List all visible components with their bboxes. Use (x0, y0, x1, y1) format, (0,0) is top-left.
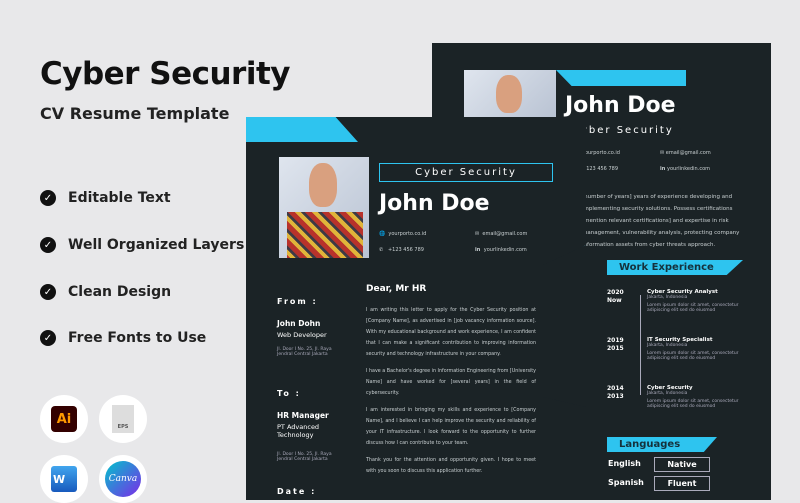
feature-label: Clean Design (68, 284, 172, 300)
promo-title: Cyber Security (40, 56, 291, 92)
linkedin-icon: in (475, 247, 484, 253)
language-name: Spanish (608, 478, 644, 487)
promo-subtitle: CV Resume Template (40, 104, 230, 123)
eps-file-icon: EPS (99, 395, 147, 443)
date-label: Date : (277, 487, 317, 496)
linkedin-icon: in (660, 166, 668, 172)
adobe-illustrator-icon: Ai (40, 395, 88, 443)
phone: ✆ +123 456 789 (379, 247, 424, 253)
check-icon: ✓ (40, 190, 56, 206)
to-label: To : (277, 389, 301, 398)
language-level: Native (654, 457, 710, 472)
linkedin: in yourlinkedin.com (660, 166, 710, 172)
feature-item: ✓ Clean Design (40, 284, 171, 300)
check-icon: ✓ (40, 284, 56, 300)
to-name: HR Manager (277, 411, 329, 420)
job-list: 2020 Now Cyber Security Analyst Jakarta, In… (607, 289, 747, 433)
feature-label: Well Organized Layers (68, 237, 245, 253)
role: Cyber Security (572, 125, 674, 136)
job-item: 2014 2013 Cyber Security Jakarta, Indonesia… (607, 385, 739, 409)
profile-photo (279, 157, 369, 258)
linkedin: in yourlinkedin.com (475, 247, 527, 253)
to-company: PT Advanced Technology (277, 423, 320, 439)
email: ✉ email@gmail.com (475, 231, 528, 237)
phone: +123 456 789 (582, 166, 618, 172)
summary: [number of years] years of experience de… (582, 194, 740, 248)
microsoft-word-icon: W (40, 455, 88, 503)
job-item: 2019 2015 IT Security Specialist Jakarta, I… (607, 337, 739, 361)
paragraph: I am interested in bringing my skills an… (366, 408, 536, 446)
paragraph: I am writing this letter to apply for th… (366, 308, 536, 357)
globe-icon: 🌐 (379, 231, 389, 237)
from-label: From : (277, 297, 318, 306)
letter-body: I am writing this letter to apply for th… (366, 305, 536, 477)
language-level: Fluent (654, 476, 710, 491)
website: 🌐 yourporto.co.id (379, 231, 427, 237)
feature-item: ✓ Free Fonts to Use (40, 330, 206, 346)
feature-item: ✓ Well Organized Layers (40, 237, 244, 253)
phone-icon: ✆ (379, 247, 388, 253)
name: John Doe (379, 191, 490, 216)
cover-letter-page: Cyber Security John Doe 🌐 yourporto.co.i… (246, 117, 586, 500)
languages-header: Languages (607, 437, 717, 452)
check-icon: ✓ (40, 237, 56, 253)
name: John Doe (565, 93, 676, 118)
feature-label: Free Fonts to Use (68, 330, 207, 346)
to-address: Jl. Door I No. 25, Jl. Raya Jendral Cent… (277, 452, 332, 462)
greeting: Dear, Mr HR (366, 284, 427, 294)
work-experience-header: Work Experience (607, 260, 743, 275)
profile-photo (464, 70, 556, 117)
email: ✉ email@gmail.com (660, 150, 711, 156)
from-name: John Dohn (277, 319, 321, 328)
feature-label: Editable Text (68, 190, 171, 206)
paragraph: Thank you for the attention and opportun… (366, 458, 536, 474)
paragraph: I have a Bachelor's degree in Informatio… (366, 369, 536, 396)
website: yourporto.co.id (582, 150, 620, 156)
role-box: Cyber Security (379, 163, 553, 182)
accent-bar (556, 70, 686, 86)
from-address: Jl. Door I No. 25, Jl. Raya Jendral Cent… (277, 347, 332, 357)
canva-icon: Canva (99, 455, 147, 503)
feature-item: ✓ Editable Text (40, 190, 171, 206)
job-item: 2020 Now Cyber Security Analyst Jakarta, In… (607, 289, 739, 313)
from-title: Web Developer (277, 331, 327, 339)
accent-bar (246, 117, 358, 142)
check-icon: ✓ (40, 330, 56, 346)
language-name: English (608, 459, 641, 468)
